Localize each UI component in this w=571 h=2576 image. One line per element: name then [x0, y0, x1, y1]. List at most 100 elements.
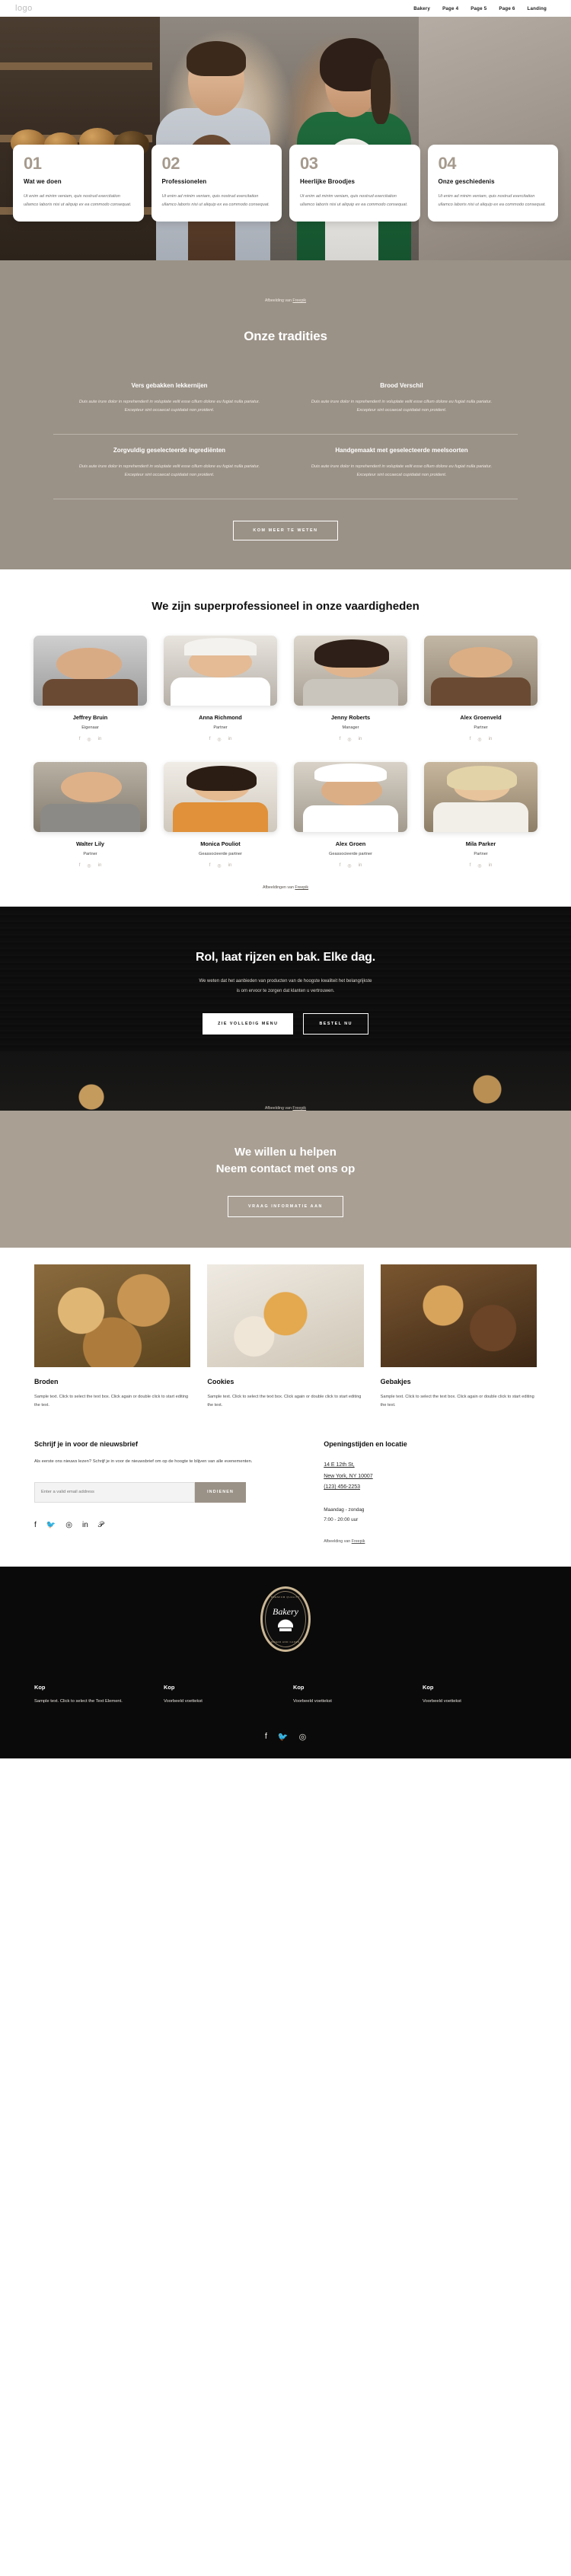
- product-card[interactable]: Cookies Sample text. Click to select the…: [207, 1264, 364, 1410]
- newsletter-text: Als eerste ons nieuws lezen? Schrijf je …: [34, 1459, 253, 1465]
- facebook-icon[interactable]: f: [209, 863, 211, 869]
- linkedin-icon[interactable]: in: [228, 737, 232, 742]
- credit-link[interactable]: Freepik: [292, 298, 306, 303]
- facebook-icon[interactable]: f: [34, 1521, 37, 1529]
- feature-card[interactable]: 02 Professionelen Ut enim ad minim venia…: [151, 145, 282, 222]
- instagram-icon[interactable]: ◎: [347, 863, 351, 869]
- facebook-icon[interactable]: f: [470, 737, 471, 742]
- credit-link[interactable]: Freepik: [295, 885, 308, 890]
- instagram-icon[interactable]: ◎: [347, 737, 351, 742]
- instagram-icon[interactable]: ◎: [217, 737, 221, 742]
- team-images-credit: Afbeeldingen van Freepik: [0, 869, 571, 890]
- team-member-social: f ◎ in: [294, 863, 407, 869]
- instagram-icon[interactable]: ◎: [477, 737, 481, 742]
- site-logo[interactable]: logo: [15, 4, 33, 13]
- team-member-role: Eigenaar: [81, 725, 99, 730]
- nav-item-bakery[interactable]: Bakery: [413, 6, 430, 11]
- main-nav: Bakery Page 4 Page 5 Page 6 Landing: [413, 6, 556, 11]
- feature-card[interactable]: 01 Wat we doen Ut enim ad minim veniam, …: [13, 145, 144, 222]
- facebook-icon[interactable]: f: [209, 737, 211, 742]
- cta-content: Rol, laat rijzen en bak. Elke dag. We we…: [0, 951, 571, 1035]
- product-title: Gebakjes: [380, 1377, 411, 1385]
- feature-card-title: Wat we doen: [24, 178, 62, 185]
- bakery-badge-logo[interactable]: PREMIUM QUALITY Bakery BREAD AND CAKES: [260, 1586, 311, 1652]
- facebook-icon[interactable]: f: [470, 863, 471, 869]
- feature-cards: 01 Wat we doen Ut enim ad minim veniam, …: [0, 145, 571, 222]
- linkedin-icon[interactable]: in: [82, 1521, 88, 1529]
- product-image: [380, 1264, 537, 1367]
- instagram-icon[interactable]: ◎: [87, 863, 91, 869]
- order-now-button[interactable]: BESTEL NU: [303, 1013, 368, 1035]
- product-card[interactable]: Broden Sample text. Click to select the …: [34, 1264, 191, 1410]
- facebook-icon[interactable]: f: [79, 863, 81, 869]
- phone-number[interactable]: (123) 456-2253: [324, 1482, 537, 1494]
- footer-column: Kop Voorbeeld voettekst: [423, 1684, 537, 1706]
- credit-link[interactable]: Freepik: [292, 1106, 306, 1111]
- linkedin-icon[interactable]: in: [359, 737, 362, 742]
- footer-social-links: f 🐦 ◎: [0, 1732, 571, 1742]
- facebook-icon[interactable]: f: [340, 863, 341, 869]
- request-info-button[interactable]: VRAAG INFORMATIE AAN: [228, 1195, 343, 1217]
- instagram-icon[interactable]: ◎: [477, 863, 481, 869]
- credit-link[interactable]: Freepik: [352, 1539, 365, 1544]
- badge-top-text: PREMIUM QUALITY: [270, 1595, 301, 1599]
- feature-card-title: Professionelen: [161, 178, 207, 185]
- team-member-name: Mila Parker: [465, 840, 496, 847]
- team-member-photo: [294, 635, 407, 706]
- feature-card[interactable]: 04 Onze geschiedenis Ut enim ad minim ve…: [427, 145, 558, 222]
- email-input[interactable]: [34, 1481, 196, 1503]
- tradition-item: Brood Verschil Duis aute irure dolor in …: [286, 370, 518, 435]
- pinterest-icon[interactable]: 𝒫: [98, 1521, 104, 1529]
- tradition-item: Zorgvuldig geselecteerde ingrediënten Du…: [53, 435, 286, 499]
- footer-columns: Kop Sample text. Click to select the Tex…: [34, 1684, 537, 1706]
- twitter-icon[interactable]: 🐦: [278, 1732, 289, 1742]
- learn-more-button[interactable]: KOM MEER TE WETEN: [233, 520, 338, 540]
- team-member-name: Jenny Roberts: [330, 713, 371, 721]
- site-header: logo Bakery Page 4 Page 5 Page 6 Landing: [0, 0, 571, 17]
- team-member-name: Walter Lily: [75, 840, 105, 847]
- newsletter-submit-button[interactable]: INDIENEN: [195, 1481, 246, 1503]
- feature-card[interactable]: 03 Heerlijke Broodjes Ut enim ad minim v…: [289, 145, 420, 222]
- footer-column-heading: Kop: [34, 1683, 46, 1691]
- footer-column-heading: Kop: [293, 1683, 305, 1691]
- facebook-icon[interactable]: f: [79, 737, 81, 742]
- twitter-icon[interactable]: 🐦: [46, 1521, 56, 1529]
- facebook-icon[interactable]: f: [265, 1732, 267, 1742]
- team-member: Mila Parker Partner f ◎ in: [424, 761, 538, 869]
- opening-days: Maandag - zondag: [324, 1507, 365, 1513]
- contact-band: We willen u helpen Neem contact met ons …: [0, 1111, 571, 1248]
- linkedin-icon[interactable]: in: [489, 737, 493, 742]
- address-line-1[interactable]: 14 E 12th St,: [324, 1460, 537, 1471]
- hero-bread-shelf: [0, 17, 160, 260]
- footer-column: Kop Voorbeeld voettekst: [293, 1684, 407, 1706]
- linkedin-icon[interactable]: in: [228, 863, 232, 869]
- nav-item-page5[interactable]: Page 5: [471, 6, 486, 11]
- instagram-icon[interactable]: ◎: [87, 737, 91, 742]
- facebook-icon[interactable]: f: [340, 737, 341, 742]
- linkedin-icon[interactable]: in: [98, 863, 102, 869]
- nav-item-page4[interactable]: Page 4: [442, 6, 458, 11]
- product-text: Sample text. Click to select the text bo…: [207, 1394, 362, 1408]
- instagram-icon[interactable]: ◎: [65, 1521, 72, 1529]
- hero-image-credit: Afbeelding van Freepik: [0, 292, 571, 303]
- address-line-2[interactable]: New York, NY 10007: [324, 1471, 537, 1483]
- product-text: Sample text. Click to select the text bo…: [380, 1394, 534, 1408]
- instagram-icon[interactable]: ◎: [299, 1732, 307, 1742]
- product-card[interactable]: Gebakjes Sample text. Click to select th…: [380, 1264, 537, 1410]
- team-member-photo: [33, 635, 147, 706]
- team-member-photo: [33, 761, 147, 832]
- credit-prefix: Afbeelding van: [264, 298, 293, 303]
- team-member: Walter Lily Partner f ◎ in: [33, 761, 147, 869]
- team-member-social: f ◎ in: [33, 737, 147, 742]
- view-full-menu-button[interactable]: ZIE VOLLEDIG MENU: [203, 1013, 294, 1035]
- baker-woman-ponytail: [371, 59, 391, 124]
- linkedin-icon[interactable]: in: [489, 863, 493, 869]
- linkedin-icon[interactable]: in: [359, 863, 362, 869]
- cta-line-1: We weten dat het aanbieden van producten…: [199, 978, 372, 984]
- instagram-icon[interactable]: ◎: [217, 863, 221, 869]
- linkedin-icon[interactable]: in: [98, 737, 102, 742]
- nav-item-landing[interactable]: Landing: [528, 6, 547, 11]
- product-image: [34, 1264, 191, 1367]
- nav-item-page6[interactable]: Page 6: [499, 6, 515, 11]
- footer-column: Kop Voorbeeld voettekst: [164, 1684, 278, 1706]
